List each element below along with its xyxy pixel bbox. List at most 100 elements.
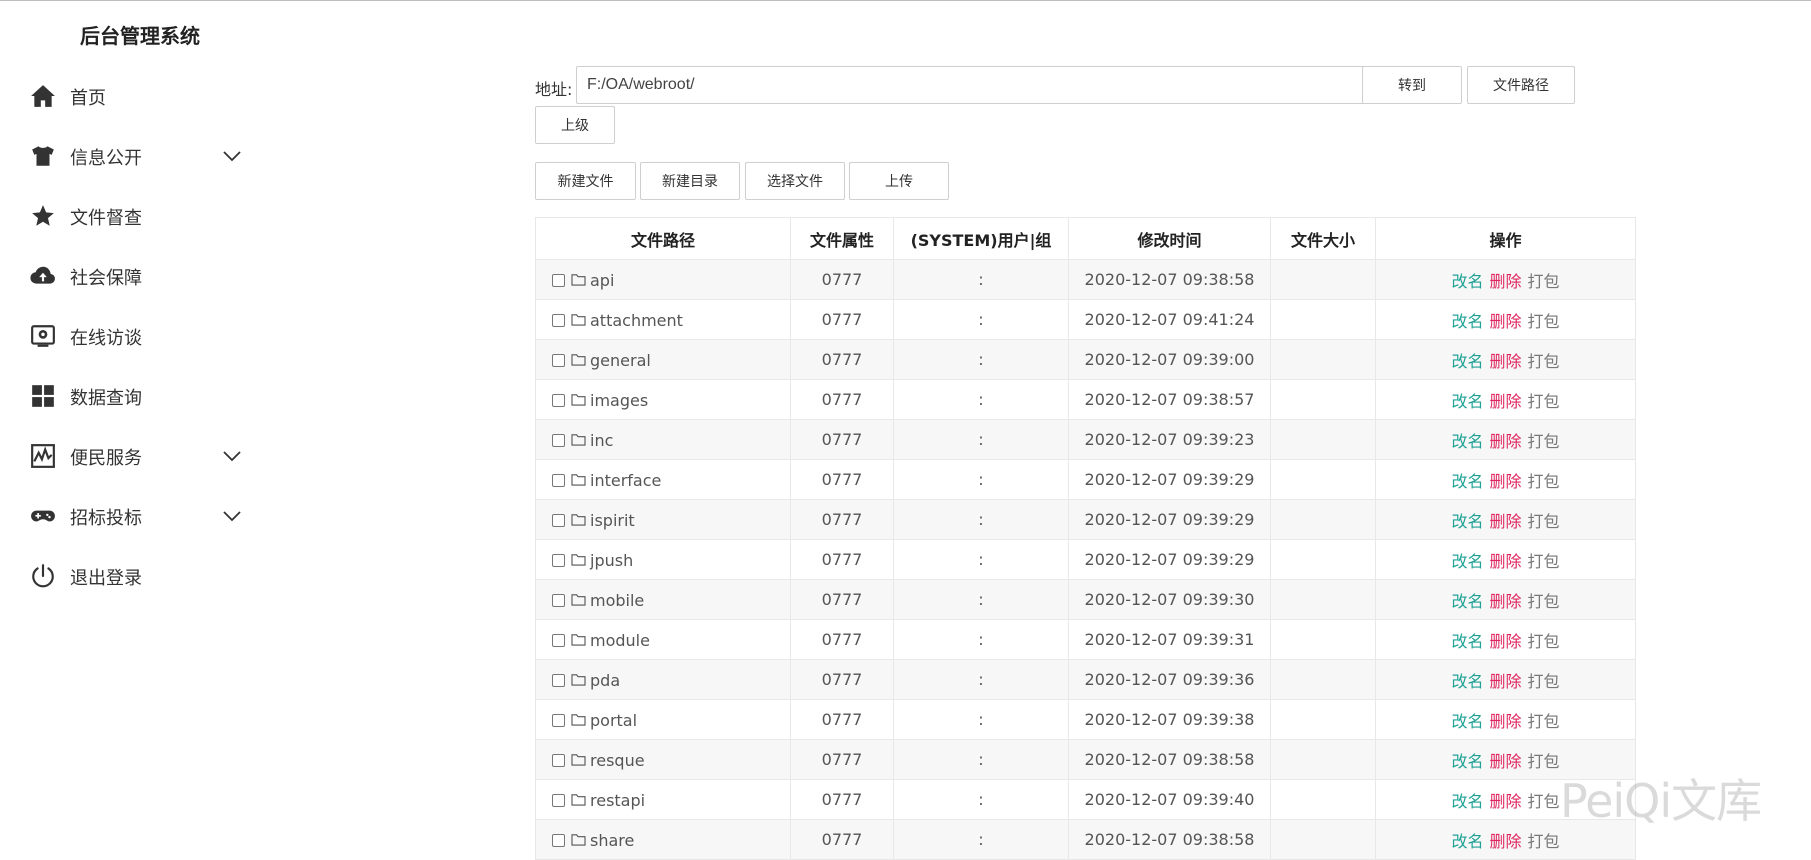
- delete-link[interactable]: 删除: [1489, 832, 1521, 851]
- rename-link[interactable]: 改名: [1451, 832, 1483, 851]
- delete-link[interactable]: 删除: [1489, 672, 1521, 691]
- row-checkbox[interactable]: [552, 313, 565, 327]
- sidebar-item-6[interactable]: 便民服务: [0, 426, 270, 486]
- chevron-down-icon[interactable]: [222, 446, 242, 466]
- owner-cell: :: [893, 659, 1069, 700]
- pack-link[interactable]: 打包: [1528, 712, 1560, 731]
- pack-link[interactable]: 打包: [1528, 512, 1560, 531]
- row-checkbox[interactable]: [552, 273, 565, 287]
- row-checkbox[interactable]: [552, 713, 565, 727]
- file-name-link[interactable]: share: [590, 831, 634, 850]
- file-name-cell: images: [535, 379, 791, 420]
- file-name-link[interactable]: images: [590, 391, 648, 410]
- rename-link[interactable]: 改名: [1451, 632, 1483, 651]
- delete-link[interactable]: 删除: [1489, 392, 1521, 411]
- rename-link[interactable]: 改名: [1451, 552, 1483, 571]
- sidebar-item-label: 社会保障: [70, 268, 142, 289]
- delete-link[interactable]: 删除: [1489, 472, 1521, 491]
- delete-link[interactable]: 删除: [1489, 632, 1521, 651]
- rename-link[interactable]: 改名: [1451, 712, 1483, 731]
- row-checkbox[interactable]: [552, 753, 565, 767]
- row-checkbox[interactable]: [552, 793, 565, 807]
- pack-link[interactable]: 打包: [1528, 472, 1560, 491]
- rename-link[interactable]: 改名: [1451, 352, 1483, 371]
- file-name-link[interactable]: api: [590, 271, 614, 290]
- file-name-link[interactable]: portal: [590, 711, 637, 730]
- rename-link[interactable]: 改名: [1451, 472, 1483, 491]
- rename-link[interactable]: 改名: [1451, 512, 1483, 531]
- pack-link[interactable]: 打包: [1528, 632, 1560, 651]
- sidebar-item-2[interactable]: 文件督查: [0, 186, 270, 246]
- chevron-down-icon[interactable]: [222, 506, 242, 526]
- pack-link[interactable]: 打包: [1528, 592, 1560, 611]
- sidebar-item-0[interactable]: 首页: [0, 66, 270, 126]
- delete-link[interactable]: 删除: [1489, 712, 1521, 731]
- delete-link[interactable]: 删除: [1489, 792, 1521, 811]
- delete-link[interactable]: 删除: [1489, 352, 1521, 371]
- file-name-link[interactable]: restapi: [590, 791, 645, 810]
- rename-link[interactable]: 改名: [1451, 592, 1483, 611]
- delete-link[interactable]: 删除: [1489, 432, 1521, 451]
- new-file-button[interactable]: 新建文件: [535, 162, 636, 200]
- parent-dir-button[interactable]: 上级: [535, 106, 615, 144]
- file-path-button[interactable]: 文件路径: [1467, 66, 1575, 104]
- file-name-link[interactable]: interface: [590, 471, 661, 490]
- sidebar-item-4[interactable]: 在线访谈: [0, 306, 270, 366]
- row-checkbox[interactable]: [552, 433, 565, 447]
- upload-button[interactable]: 上传: [849, 162, 949, 200]
- pack-link[interactable]: 打包: [1528, 352, 1560, 371]
- delete-link[interactable]: 删除: [1489, 552, 1521, 571]
- file-name-link[interactable]: mobile: [590, 591, 644, 610]
- pack-link[interactable]: 打包: [1528, 792, 1560, 811]
- row-checkbox[interactable]: [552, 673, 565, 687]
- mtime-cell: 2020-12-07 09:39:29: [1068, 459, 1271, 500]
- owner-cell: :: [893, 459, 1069, 500]
- chevron-down-icon[interactable]: [222, 146, 242, 166]
- file-name-link[interactable]: attachment: [590, 311, 683, 330]
- rename-link[interactable]: 改名: [1451, 792, 1483, 811]
- rename-link[interactable]: 改名: [1451, 672, 1483, 691]
- pack-link[interactable]: 打包: [1528, 432, 1560, 451]
- rename-link[interactable]: 改名: [1451, 392, 1483, 411]
- address-input[interactable]: [576, 66, 1368, 104]
- rename-link[interactable]: 改名: [1451, 272, 1483, 291]
- delete-link[interactable]: 删除: [1489, 512, 1521, 531]
- delete-link[interactable]: 删除: [1489, 272, 1521, 291]
- pack-link[interactable]: 打包: [1528, 552, 1560, 571]
- row-checkbox[interactable]: [552, 393, 565, 407]
- file-name-link[interactable]: inc: [590, 431, 613, 450]
- pack-link[interactable]: 打包: [1528, 392, 1560, 411]
- sidebar-item-5[interactable]: 数据查询: [0, 366, 270, 426]
- sidebar-item-8[interactable]: 退出登录: [0, 546, 270, 606]
- pack-link[interactable]: 打包: [1528, 832, 1560, 851]
- sidebar-item-1[interactable]: 信息公开: [0, 126, 270, 186]
- pack-link[interactable]: 打包: [1528, 752, 1560, 771]
- delete-link[interactable]: 删除: [1489, 752, 1521, 771]
- file-name-link[interactable]: module: [590, 631, 650, 650]
- pack-link[interactable]: 打包: [1528, 672, 1560, 691]
- sidebar-item-3[interactable]: 社会保障: [0, 246, 270, 306]
- file-name-link[interactable]: pda: [590, 671, 620, 690]
- row-checkbox[interactable]: [552, 473, 565, 487]
- delete-link[interactable]: 删除: [1489, 312, 1521, 331]
- file-name-link[interactable]: general: [590, 351, 651, 370]
- rename-link[interactable]: 改名: [1451, 312, 1483, 331]
- row-checkbox[interactable]: [552, 513, 565, 527]
- rename-link[interactable]: 改名: [1451, 752, 1483, 771]
- goto-button[interactable]: 转到: [1362, 66, 1462, 104]
- sidebar-item-7[interactable]: 招标投标: [0, 486, 270, 546]
- pack-link[interactable]: 打包: [1528, 272, 1560, 291]
- file-name-link[interactable]: resque: [590, 751, 645, 770]
- file-name-link[interactable]: ispirit: [590, 511, 635, 530]
- file-name-link[interactable]: jpush: [590, 551, 633, 570]
- row-checkbox[interactable]: [552, 553, 565, 567]
- choose-file-button[interactable]: 选择文件: [745, 162, 845, 200]
- row-checkbox[interactable]: [552, 593, 565, 607]
- pack-link[interactable]: 打包: [1528, 312, 1560, 331]
- new-dir-button[interactable]: 新建目录: [640, 162, 740, 200]
- row-checkbox[interactable]: [552, 833, 565, 847]
- row-checkbox[interactable]: [552, 353, 565, 367]
- delete-link[interactable]: 删除: [1489, 592, 1521, 611]
- row-checkbox[interactable]: [552, 633, 565, 647]
- rename-link[interactable]: 改名: [1451, 432, 1483, 451]
